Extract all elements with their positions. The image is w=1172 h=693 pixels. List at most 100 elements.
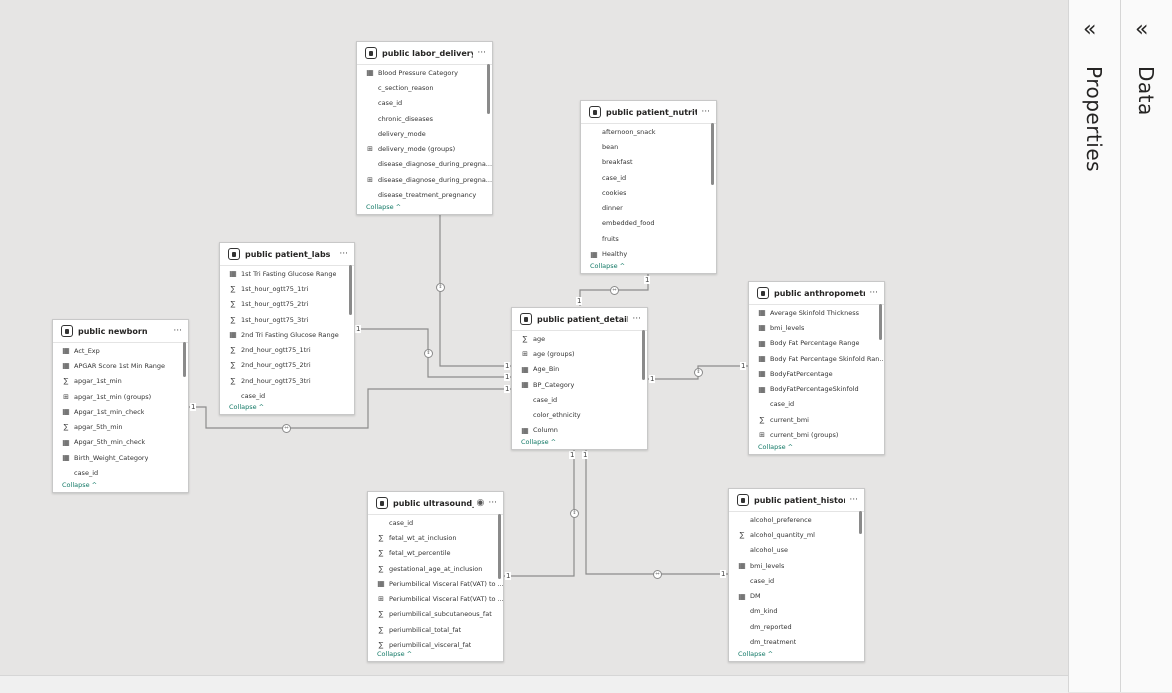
collapse-button[interactable]: Collapse ^: [749, 439, 793, 454]
field-row[interactable]: ∑ 2nd_hour_ogtt75_1tri: [220, 342, 354, 357]
double-chevron-left-icon[interactable]: «: [1135, 19, 1148, 41]
field-row[interactable]: ⊞ Periumbilical Visceral Fat(VAT) to ...: [368, 591, 503, 606]
table-card-ultrasound[interactable]: public ultrasound_r...◉··· case_id ∑ fetal_…: [367, 491, 504, 662]
collapse-button[interactable]: Collapse ^: [729, 646, 773, 661]
field-row[interactable]: ⊞ delivery_mode (groups): [357, 141, 492, 156]
model-view-canvas[interactable]: ⇕ ⇕ ⇔ ⇔ ⇕ ⇕ ⇔ 1 1 1 1 1 1 1 1 1 1 1 1 1 …: [0, 0, 1068, 675]
field-row[interactable]: cookies: [581, 185, 716, 200]
field-list[interactable]: ▦ 1st Tri Fasting Glucose Range ∑ 1st_hour_…: [220, 266, 354, 406]
table-header[interactable]: public anthropometry ···: [749, 282, 884, 305]
field-row[interactable]: breakfast: [581, 155, 716, 170]
table-card-anthropometry[interactable]: public anthropometry ··· ▦ Average Skinfold…: [748, 281, 885, 455]
table-card-patient-details[interactable]: public patient_details ··· ∑ age ⊞ age (group…: [511, 307, 648, 450]
field-list[interactable]: case_id ∑ fetal_wt_at_inclusion ∑ fetal_wt_p…: [368, 515, 503, 649]
field-row[interactable]: alcohol_use: [729, 543, 864, 558]
field-row[interactable]: ▦ Body Fat Percentage Range: [749, 336, 884, 351]
field-row[interactable]: fruits: [581, 231, 716, 246]
horizontal-scrollbar[interactable]: [0, 675, 1068, 693]
eye-icon[interactable]: ◉: [477, 498, 485, 508]
collapse-button[interactable]: Collapse ^: [368, 646, 412, 661]
field-row[interactable]: disease_diagnose_during_pregna...: [357, 157, 492, 172]
properties-pane[interactable]: « Properties: [1068, 0, 1120, 692]
field-row[interactable]: ∑ gestational_age_at_inclusion: [368, 561, 503, 576]
more-options-icon[interactable]: ···: [849, 496, 858, 505]
field-row[interactable]: ▦ Body Fat Percentage Skinfold Ran...: [749, 351, 884, 366]
field-list-scrollbar[interactable]: [711, 123, 714, 185]
field-row[interactable]: ▦ Periumbilical Visceral Fat(VAT) to ...: [368, 576, 503, 591]
field-row[interactable]: alcohol_preference: [729, 512, 864, 527]
field-list[interactable]: afternoon_snack bean breakfast case_id cooki…: [581, 124, 716, 264]
collapse-button[interactable]: Collapse ^: [512, 434, 556, 449]
field-row[interactable]: embedded_food: [581, 216, 716, 231]
collapse-button[interactable]: Collapse ^: [581, 258, 625, 273]
table-header[interactable]: public newborn ···: [53, 320, 188, 343]
field-list-scrollbar[interactable]: [879, 304, 882, 340]
table-header[interactable]: public patient_nutrition···: [581, 101, 716, 124]
table-header[interactable]: public labor_delivery ···: [357, 42, 492, 65]
field-row[interactable]: case_id: [749, 397, 884, 412]
cross-filter-icon[interactable]: ⇔: [282, 424, 291, 433]
field-row[interactable]: ▦ Blood Pressure Category: [357, 65, 492, 80]
field-row[interactable]: ▦ Age_Bin: [512, 362, 647, 377]
field-row[interactable]: ⊞ age (groups): [512, 346, 647, 361]
field-row[interactable]: dm_reported: [729, 619, 864, 634]
field-row[interactable]: ∑ apgar_5th_min: [53, 419, 188, 434]
cross-filter-icon[interactable]: ⇕: [694, 368, 703, 377]
more-options-icon[interactable]: ···: [339, 250, 348, 259]
field-row[interactable]: ▦ 1st Tri Fasting Glucose Range: [220, 266, 354, 281]
properties-pane-label[interactable]: Properties: [1082, 66, 1106, 172]
field-row[interactable]: ▦ BodyFatPercentage: [749, 366, 884, 381]
field-row[interactable]: c_section_reason: [357, 80, 492, 95]
field-row[interactable]: color_ethnicity: [512, 407, 647, 422]
field-list-scrollbar[interactable]: [487, 64, 490, 114]
field-row[interactable]: ▦ 2nd Tri Fasting Glucose Range: [220, 327, 354, 342]
field-row[interactable]: ▦ Apgar_1st_min_check: [53, 404, 188, 419]
field-row[interactable]: ∑ apgar_1st_min: [53, 374, 188, 389]
field-row[interactable]: ∑ 2nd_hour_ogtt75_3tri: [220, 373, 354, 388]
cross-filter-icon[interactable]: ⇕: [424, 349, 433, 358]
field-row[interactable]: ∑ alcohol_quantity_ml: [729, 527, 864, 542]
table-card-labor-delivery[interactable]: public labor_delivery ··· ▦ Blood Pressure …: [356, 41, 493, 215]
more-options-icon[interactable]: ···: [488, 499, 497, 508]
field-row[interactable]: case_id: [368, 515, 503, 530]
field-list-scrollbar[interactable]: [349, 265, 352, 315]
field-row[interactable]: ▦ Average Skinfold Thickness: [749, 305, 884, 320]
field-list[interactable]: ▦ Average Skinfold Thickness ▦ bmi_levels ▦ B…: [749, 305, 884, 446]
table-header[interactable]: public patient_labs ···: [220, 243, 354, 266]
cross-filter-icon[interactable]: ⇕: [436, 283, 445, 292]
field-row[interactable]: ∑ current_bmi: [749, 412, 884, 427]
field-row[interactable]: dinner: [581, 200, 716, 215]
field-row[interactable]: afternoon_snack: [581, 124, 716, 139]
field-row[interactable]: ▦ BP_Category: [512, 377, 647, 392]
field-row[interactable]: ⊞ disease_diagnose_during_pregna...: [357, 172, 492, 187]
field-row[interactable]: ▦ bmi_levels: [729, 558, 864, 573]
field-row[interactable]: case_id: [357, 96, 492, 111]
data-pane[interactable]: « Data: [1120, 0, 1172, 692]
more-options-icon[interactable]: ···: [632, 315, 641, 324]
field-row[interactable]: ▦ Apgar_5th_min_check: [53, 435, 188, 450]
more-options-icon[interactable]: ···: [701, 108, 710, 117]
field-row[interactable]: bean: [581, 139, 716, 154]
double-chevron-left-icon[interactable]: «: [1083, 19, 1096, 41]
data-pane-label[interactable]: Data: [1134, 66, 1158, 116]
field-list-scrollbar[interactable]: [642, 330, 645, 380]
cross-filter-icon[interactable]: ⇕: [570, 509, 579, 518]
field-row[interactable]: ∑ age: [512, 331, 647, 346]
field-list-scrollbar[interactable]: [183, 342, 186, 377]
table-header[interactable]: public ultrasound_r...◉···: [368, 492, 503, 515]
field-row[interactable]: ▦ BodyFatPercentageSkinfold: [749, 381, 884, 396]
field-row[interactable]: ▦ APGAR Score 1st Min Range: [53, 358, 188, 373]
table-card-patient-history[interactable]: public patient_history ··· alcohol_prefere…: [728, 488, 865, 662]
collapse-button[interactable]: Collapse ^: [220, 399, 264, 414]
more-options-icon[interactable]: ···: [869, 289, 878, 298]
field-row[interactable]: ∑ periumbilical_subcutaneous_fat: [368, 607, 503, 622]
field-row[interactable]: ▦ bmi_levels: [749, 320, 884, 335]
more-options-icon[interactable]: ···: [477, 49, 486, 58]
field-row[interactable]: ▦ Act_Exp: [53, 343, 188, 358]
field-row[interactable]: ∑ 1st_hour_ogtt75_2tri: [220, 297, 354, 312]
field-list[interactable]: alcohol_preference ∑ alcohol_quantity_ml al…: [729, 512, 864, 647]
field-row[interactable]: dm_kind: [729, 604, 864, 619]
field-list[interactable]: ∑ age ⊞ age (groups) ▦ Age_Bin ▦ BP_Category cas…: [512, 331, 647, 442]
table-card-patient-nutrition[interactable]: public patient_nutrition···afternoon_sna…: [580, 100, 717, 274]
table-card-newborn[interactable]: public newborn ··· ▦ Act_Exp ▦ APGAR Score 1s…: [52, 319, 189, 493]
